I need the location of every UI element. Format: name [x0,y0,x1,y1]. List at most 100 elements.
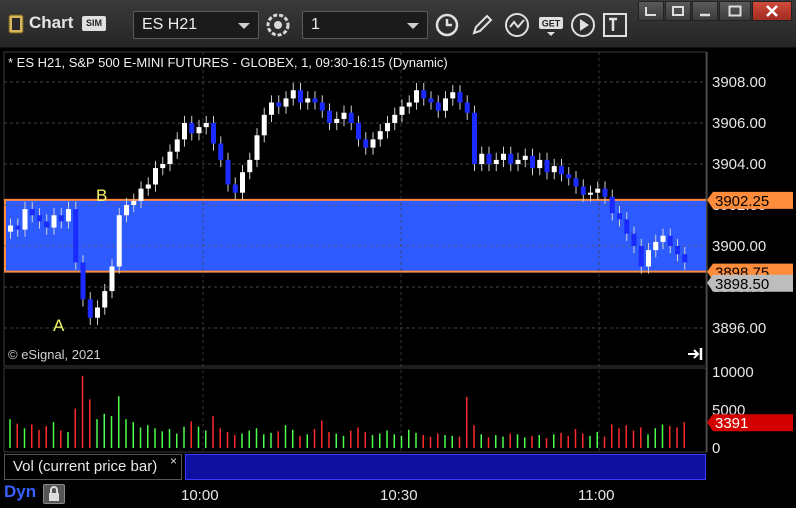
candle[interactable] [334,118,340,123]
candle[interactable] [595,188,601,193]
candle[interactable] [660,235,666,242]
candle[interactable] [617,213,622,220]
candle[interactable] [116,215,122,267]
study-tab-volume[interactable]: Vol (current price bar) [4,454,182,480]
candle[interactable] [602,188,608,197]
candle[interactable] [240,172,245,193]
candle[interactable] [559,166,564,175]
candle[interactable] [22,209,28,230]
candle[interactable] [435,102,441,111]
study-wave-icon[interactable] [502,10,532,40]
candle[interactable] [160,164,166,169]
candle[interactable] [211,123,216,144]
candle[interactable] [406,102,412,107]
candle[interactable] [232,184,238,193]
candle[interactable] [341,112,347,119]
candle[interactable] [203,123,209,128]
candle[interactable] [312,98,318,103]
candle[interactable] [218,143,224,160]
candle[interactable] [298,90,303,103]
candle[interactable] [580,186,586,195]
candle[interactable] [472,112,477,164]
candle[interactable] [385,123,390,132]
candle[interactable] [638,246,644,267]
candle[interactable] [421,90,427,99]
text-tool-icon[interactable] [600,10,630,40]
candle[interactable] [167,151,173,164]
candle[interactable] [501,153,506,160]
candle[interactable] [182,123,187,140]
candle[interactable] [609,196,615,214]
candle[interactable] [363,139,369,148]
candle[interactable] [631,233,637,246]
candle[interactable] [508,153,514,164]
annotation-b[interactable]: B [96,186,107,205]
candle[interactable] [377,131,383,140]
close-window-icon[interactable] [752,1,792,21]
candle[interactable] [319,102,325,111]
candle[interactable] [573,178,579,187]
candle[interactable] [124,205,129,216]
get-menu-icon[interactable]: GET [536,10,566,40]
candle[interactable] [566,174,572,179]
candle[interactable] [37,215,42,222]
candle[interactable] [102,291,108,308]
price-zone-rect[interactable] [4,199,706,272]
candle[interactable] [131,200,137,205]
candle[interactable] [138,188,144,201]
candle[interactable] [290,90,296,99]
candle[interactable] [87,299,93,318]
candle[interactable] [283,98,289,107]
candle[interactable] [675,246,680,255]
candle[interactable] [15,225,21,230]
candle[interactable] [464,102,470,113]
close-icon[interactable]: × [170,454,177,468]
candle[interactable] [428,98,434,103]
jump-to-end-icon[interactable] [686,346,706,364]
maximize-window-icon[interactable] [719,1,751,21]
candle[interactable] [588,192,593,195]
pencil-draw-icon[interactable] [467,10,497,40]
candle[interactable] [530,155,535,169]
candle[interactable] [327,110,332,123]
candle[interactable] [457,92,463,103]
candle[interactable] [522,155,528,160]
candle[interactable] [225,159,231,185]
candle[interactable] [95,307,100,318]
tile-window-icon[interactable] [665,1,691,21]
candle[interactable] [479,153,485,164]
candle[interactable] [305,98,311,103]
chevron-down-icon[interactable] [238,23,250,29]
candle[interactable] [414,90,419,103]
candle[interactable] [109,266,115,292]
candle[interactable] [73,209,79,263]
dynamic-mode-label[interactable]: Dyn [4,482,36,502]
restore-window-icon[interactable] [638,1,664,21]
play-replay-icon[interactable] [568,10,598,40]
candle[interactable] [80,262,86,300]
candle[interactable] [486,153,492,164]
candle[interactable] [261,114,267,136]
chevron-down-icon[interactable] [407,23,419,29]
candle[interactable] [348,112,354,123]
candle[interactable] [269,102,274,115]
candle[interactable] [370,139,376,148]
candle[interactable] [189,123,195,134]
symbol-combo[interactable]: ES H21 [133,11,259,39]
candle[interactable] [450,92,456,99]
candle[interactable] [537,159,543,169]
candle[interactable] [399,106,405,115]
link-lock-icon[interactable] [43,484,65,504]
candle[interactable] [551,166,557,173]
candle[interactable] [544,159,550,173]
candle[interactable] [51,215,57,228]
candle[interactable] [254,135,260,160]
candle[interactable] [682,254,688,263]
candle[interactable] [653,241,659,251]
clock-icon[interactable] [432,10,462,40]
candle[interactable] [515,159,521,164]
candle[interactable] [66,209,71,222]
minimize-window-icon[interactable] [692,1,718,21]
candle[interactable] [58,215,64,222]
candle[interactable] [392,114,398,123]
